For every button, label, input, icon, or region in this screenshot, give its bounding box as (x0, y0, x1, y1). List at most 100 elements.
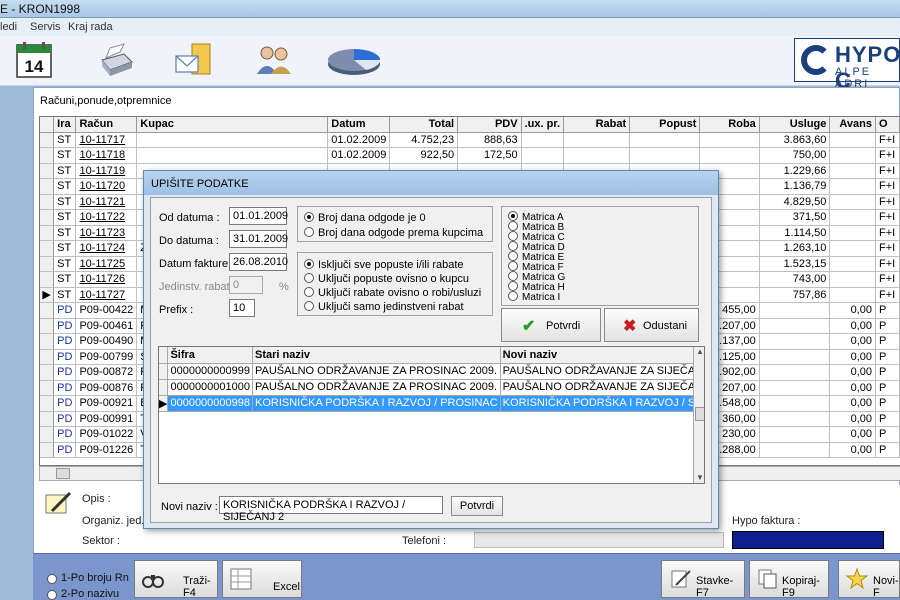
racun-cell[interactable]: P09-00991 (75, 411, 138, 427)
rabat-option-1[interactable]: Uključi popuste ovisno o kupcu (304, 273, 469, 285)
calendar-icon[interactable]: 14 (14, 40, 54, 80)
matrica-radio-f[interactable] (508, 261, 518, 271)
racun-cell[interactable]: P09-00490 (75, 333, 138, 350)
racun-cell[interactable]: 10-11717 (75, 132, 138, 148)
header-racun[interactable]: Račun (75, 117, 138, 133)
sort-by-name-radio[interactable] (47, 590, 57, 600)
racun-cell[interactable]: 10-11727 (75, 287, 138, 303)
naziv-grid[interactable]: Šifra Stari naziv Novi naziv 00000000009… (158, 346, 705, 484)
header-novi-naziv[interactable]: Novi naziv (500, 347, 704, 364)
scroll-down-icon[interactable]: ▼ (695, 473, 704, 483)
scrollbar-thumb[interactable] (56, 468, 70, 479)
racun-cell[interactable]: P09-00872 (75, 364, 138, 381)
racun-cell[interactable]: P09-01022 (75, 426, 138, 443)
rabat-radio-2[interactable] (304, 287, 314, 297)
header-total[interactable]: Total (389, 117, 459, 133)
odgoda-radio-0[interactable] (304, 212, 314, 222)
odustani-button[interactable]: ✖ Odustani (604, 308, 699, 342)
excel-button[interactable]: Excel (222, 560, 302, 598)
naziv-vertical-scrollbar[interactable]: ▲ ▼ (693, 347, 704, 483)
racun-cell[interactable]: P09-00876 (75, 380, 138, 396)
naziv-row[interactable]: 0000000000999 PAUŠALNO ODRŽAVANJE ZA PROS… (159, 363, 704, 380)
matrica-radio-i[interactable] (508, 291, 518, 301)
printer-icon[interactable] (94, 40, 134, 80)
prefix-input[interactable]: 10 (229, 299, 255, 317)
header-ira[interactable]: Ira (53, 117, 77, 133)
trazi-button[interactable]: Traži-F4 (134, 560, 218, 599)
novi-button[interactable]: Novi-F (838, 560, 900, 599)
header-stari-naziv[interactable]: Stari naziv (252, 347, 501, 364)
header-rabat[interactable]: Rabat (563, 117, 631, 133)
racun-cell[interactable]: 10-11722 (75, 209, 138, 226)
pie-chart-icon[interactable] (326, 40, 382, 80)
racun-cell[interactable]: 10-11725 (75, 256, 138, 272)
odgoda-option-0[interactable]: Broj dana odgode je 0 (304, 212, 426, 224)
stavke-button[interactable]: Stavke-F7 (661, 560, 745, 599)
header-usluge[interactable]: Usluge (759, 117, 831, 133)
racun-cell[interactable]: P09-00422 (75, 302, 138, 319)
do-datuma-input[interactable]: 31.01.2009 (229, 230, 288, 248)
datum-fakture-input[interactable]: 26.08.2010 (229, 253, 288, 271)
header-ux-pr[interactable]: .ux. pr. (521, 117, 565, 133)
novi-naziv-input[interactable]: KORISNIČKA PODRŠKA I RAZVOJ / SIJEČANJ 2 (219, 496, 443, 523)
total-cell: 922,50 (389, 147, 459, 164)
racun-cell[interactable]: P09-01226 (75, 442, 138, 458)
edit-note-icon[interactable] (44, 491, 72, 515)
header-o[interactable]: O (875, 117, 900, 133)
header-sifra[interactable]: Šifra (167, 347, 253, 364)
rabat-option-2[interactable]: Uključi rabate ovisno o robi/usluzi (304, 287, 481, 299)
usluge-cell (759, 411, 831, 427)
header-kupac[interactable]: Kupac (136, 117, 329, 133)
racun-cell[interactable]: P09-00799 (75, 349, 138, 365)
matrica-radio-e[interactable] (508, 251, 518, 261)
matrica-radio-d[interactable] (508, 241, 518, 251)
matrica-radio-a[interactable] (508, 211, 518, 221)
naziv-row[interactable]: ▶ 0000000000998 KORISNIČKA PODRŠKA I RAZVO… (159, 395, 704, 412)
menu-item-kraj-rada[interactable]: Kraj rada (68, 21, 113, 33)
menu-item-ledi[interactable]: ledi (0, 21, 17, 33)
racun-cell[interactable]: 10-11720 (75, 178, 138, 195)
header-roba[interactable]: Roba (699, 117, 760, 133)
ira-cell: ST (53, 225, 77, 241)
odgoda-option-1[interactable]: Broj dana odgode prema kupcima (304, 227, 483, 239)
header-avans[interactable]: Avans (829, 117, 876, 133)
telefoni-field[interactable] (474, 532, 724, 548)
sort-by-number-radio[interactable] (47, 574, 57, 584)
table-row[interactable]: ST 10-11718 01.02.2009 922,50 172,50 750,00 F+… (40, 147, 900, 164)
header-datum[interactable]: Datum (327, 117, 391, 133)
rabat-option-3[interactable]: Uključi samo jedinstveni rabat (304, 301, 464, 313)
menu-item-servis[interactable]: Servis (30, 21, 61, 33)
rabat-radio-1[interactable] (304, 273, 314, 283)
table-row[interactable]: ST 10-11717 01.02.2009 4.752,23 888,63 3.863,… (40, 132, 900, 148)
matrica-radio-c[interactable] (508, 231, 518, 241)
rabat-option-0[interactable]: Isključi sve popuste i/ili rabate (304, 259, 464, 271)
rabat-radio-3[interactable] (304, 301, 314, 311)
racun-cell[interactable]: P09-00461 (75, 318, 138, 334)
racun-cell[interactable]: 10-11718 (75, 147, 138, 164)
racun-cell[interactable]: 10-11726 (75, 271, 138, 288)
racun-cell[interactable]: 10-11721 (75, 194, 138, 210)
header-pdv[interactable]: PDV (457, 117, 522, 133)
potvrdi-button[interactable]: ✔ Potvrdi (501, 308, 601, 342)
racun-cell[interactable]: 10-11719 (75, 163, 138, 179)
rabat-radio-0[interactable] (304, 259, 314, 269)
matrica-radio-g[interactable] (508, 271, 518, 281)
potvrdi-naziv-button[interactable]: Potvrdi (451, 496, 503, 516)
matrica-radio-b[interactable] (508, 221, 518, 231)
hypo-faktura-field[interactable] (732, 531, 884, 549)
mail-folder-icon[interactable] (174, 40, 214, 80)
naziv-row[interactable]: 0000000001000 PAUŠALNO ODRŽAVANJE ZA PROS… (159, 379, 704, 396)
users-icon[interactable] (254, 40, 294, 80)
kopiraj-button[interactable]: Kopiraj-F9 (749, 560, 829, 599)
scroll-up-icon[interactable]: ▲ (695, 347, 704, 357)
matrica-radio-h[interactable] (508, 281, 518, 291)
ira-cell: PD (53, 426, 77, 443)
racun-cell[interactable]: 10-11723 (75, 225, 138, 241)
odgoda-radio-1[interactable] (304, 227, 314, 237)
naziv-scroll-thumb[interactable] (695, 407, 704, 421)
header-popust[interactable]: Popust (629, 117, 701, 133)
racun-cell[interactable]: P09-00921 (75, 395, 138, 412)
matrica-option-i[interactable]: Matrica I (508, 291, 560, 303)
od-datuma-input[interactable]: 01.01.2009 (229, 207, 288, 225)
racun-cell[interactable]: 10-11724 (75, 240, 138, 257)
